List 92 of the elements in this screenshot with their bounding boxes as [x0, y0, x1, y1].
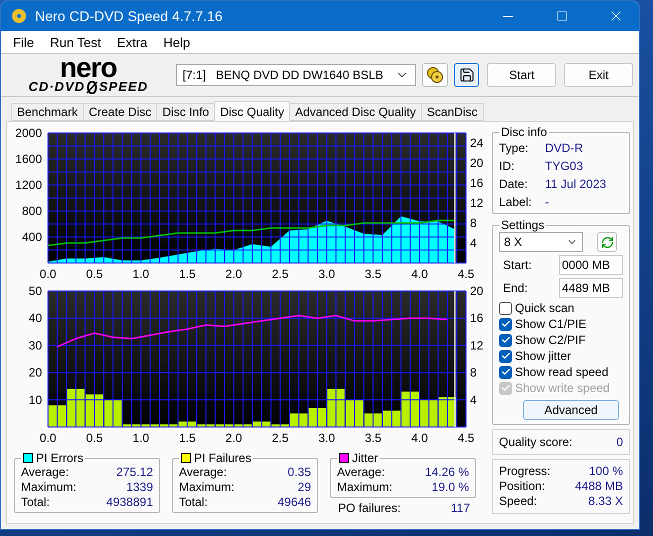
checkbox-label: Show C1/PIE: [515, 316, 586, 332]
axis-tick-label: 2.5: [272, 431, 289, 445]
stat-label: Average:: [179, 465, 227, 480]
progress-value: 100 %: [588, 464, 623, 479]
progress-label: Progress:: [499, 464, 550, 479]
window-title: Nero CD-DVD Speed 4.7.7.16: [35, 8, 224, 24]
checkbox-label: Show read speed: [515, 364, 608, 380]
axis-tick-label: 800: [22, 204, 42, 218]
axis-tick-label: 0.0: [40, 267, 56, 281]
info-label: ID:: [499, 158, 516, 175]
axis-tick-label: 20: [470, 156, 484, 170]
axis-tick-label: 4: [470, 236, 477, 250]
axis-tick-label: 10: [28, 392, 42, 407]
stat-value: 29: [298, 480, 311, 495]
quality-label: Quality score:: [499, 435, 572, 449]
stat-value: 49646: [278, 495, 311, 510]
logo-text: nero: [60, 56, 117, 80]
axis-tick-label: 12: [470, 338, 484, 352]
axis-tick-label: 2.0: [225, 431, 242, 445]
stat-label: Average:: [337, 465, 385, 480]
field-label: Start:: [503, 258, 532, 272]
progress-label: Position:: [499, 479, 546, 494]
stat-value: 1339: [126, 480, 153, 495]
axis-tick-label: 40: [28, 311, 42, 326]
info-label: Label:: [499, 194, 533, 211]
checkbox-label: Show jitter: [515, 348, 572, 364]
panel-title: PI Failures: [194, 451, 252, 465]
checkbox-label: Quick scan: [515, 300, 574, 316]
logo-text: SPEED: [99, 80, 148, 94]
axis-tick-label: 0.5: [86, 267, 103, 281]
progress-label: Speed:: [499, 494, 538, 509]
stat-value: 275.12: [116, 465, 153, 480]
info-value: -: [545, 194, 550, 211]
axis-tick-label: 1600: [15, 152, 42, 166]
axis-tick-label: 3.0: [318, 431, 335, 445]
checkbox-label: Show write speed: [515, 380, 610, 396]
progress-value: 8.33 X: [588, 494, 623, 509]
stat-label: Maximum:: [337, 480, 392, 495]
axis-tick-label: 50: [28, 284, 42, 298]
progress-value: 4488 MB: [574, 479, 623, 494]
stat-value: 14.26 %: [424, 465, 469, 480]
quality-value: 0: [616, 435, 623, 449]
stat-label: Maximum:: [21, 480, 76, 495]
stat-label: Maximum:: [179, 480, 234, 495]
axis-tick-label: 1.0: [132, 431, 150, 445]
axis-tick-label: 2.5: [272, 267, 289, 281]
axis-tick-label: 1.5: [179, 267, 196, 281]
panel-title: PI Errors: [36, 451, 84, 465]
panel-title: Settings: [501, 218, 544, 232]
stat-label: Total:: [21, 495, 50, 510]
axis-tick-label: 4.0: [411, 267, 428, 281]
axis-tick-label: 4.0: [411, 431, 428, 445]
info-label: Date:: [499, 176, 529, 193]
logo-text: CD·DVD: [28, 80, 86, 94]
axis-tick-label: 20: [28, 366, 42, 380]
info-value: 11 Jul 2023: [545, 176, 608, 193]
stat-value: 0.35: [288, 465, 311, 480]
stat-value: 117: [450, 501, 470, 516]
axis-tick-label: 0.5: [86, 431, 103, 445]
stat-value: 4938891: [106, 495, 153, 510]
checkbox-label: Show C2/PIF: [515, 332, 586, 348]
axis-tick-label: 1.5: [179, 431, 196, 445]
axis-tick-label: 400: [22, 230, 42, 244]
axis-tick-label: 16: [470, 311, 484, 326]
info-label: Type:: [499, 140, 530, 157]
axis-tick-label: 2.0: [225, 267, 242, 281]
stat-label: Average:: [21, 465, 69, 480]
axis-tick-label: 3.0: [318, 267, 335, 281]
axis-tick-label: 8: [470, 366, 477, 380]
axis-tick-label: 4: [470, 392, 477, 407]
axis-tick-label: 3.5: [364, 267, 382, 281]
info-value: DVD-R: [545, 140, 584, 157]
panel-title: Jitter: [352, 451, 378, 465]
info-value: TYG03: [545, 158, 584, 175]
axis-tick-label: 3.5: [364, 431, 382, 445]
axis-tick-label: 4.5: [458, 431, 474, 445]
stat-value: 19.0 %: [432, 480, 469, 495]
axis-tick-label: 1.0: [132, 267, 150, 281]
axis-tick-label: 16: [470, 176, 484, 190]
axis-tick-label: 20: [470, 284, 484, 298]
stat-label: PO failures:: [338, 501, 401, 516]
stat-label: Total:: [179, 495, 208, 510]
axis-tick-label: 1200: [15, 178, 42, 192]
panel-title: Disc info: [501, 125, 548, 139]
axis-tick-label: 12: [470, 196, 484, 210]
axis-tick-label: 2000: [15, 126, 42, 140]
axis-tick-label: 24: [470, 136, 484, 150]
axis-tick-label: 4.5: [458, 267, 474, 281]
axis-tick-label: 8: [470, 216, 477, 230]
axis-tick-label: 0.0: [40, 431, 56, 445]
field-label: End:: [503, 281, 528, 295]
axis-tick-label: 30: [28, 338, 42, 352]
